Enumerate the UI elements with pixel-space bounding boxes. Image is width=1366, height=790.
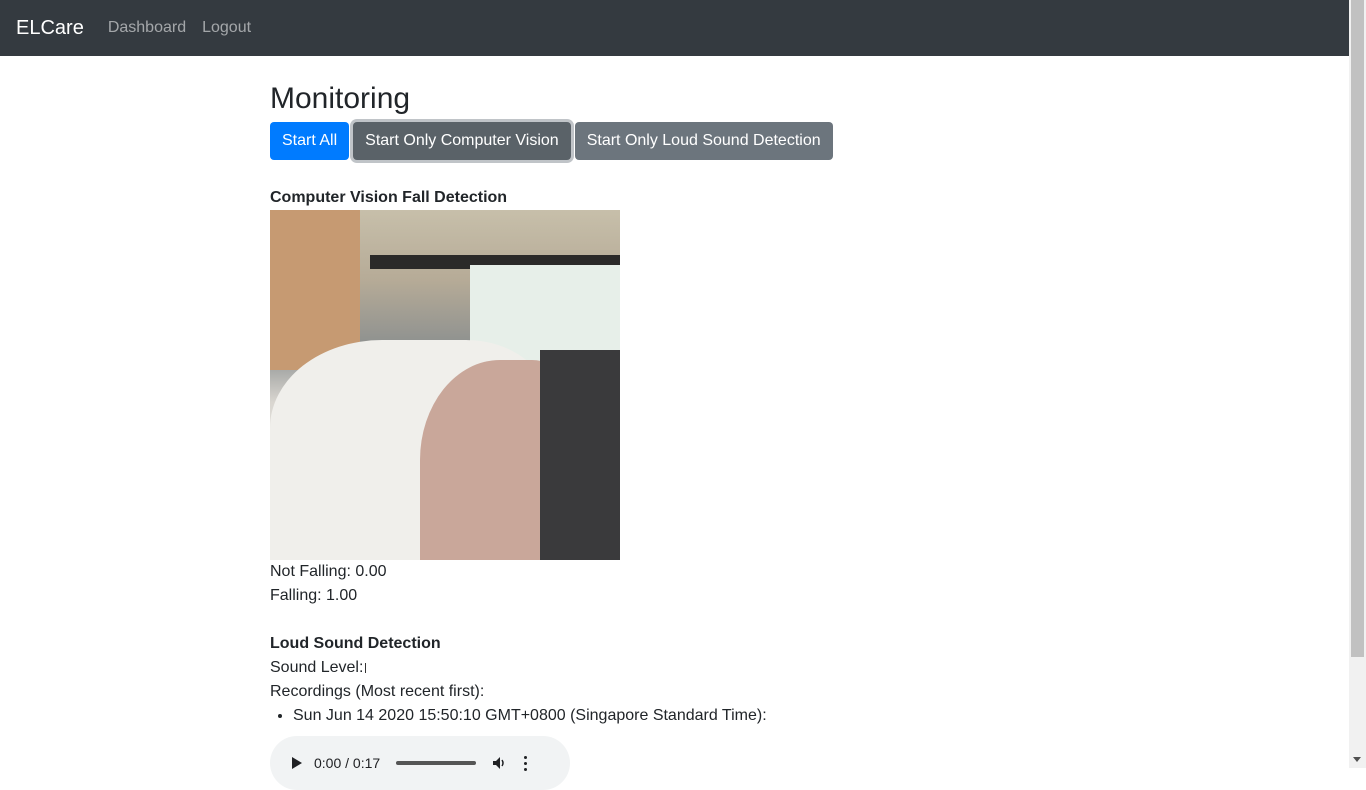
- control-buttons: Start All Start Only Computer Vision Sta…: [270, 122, 1070, 160]
- more-options-icon[interactable]: [524, 755, 528, 771]
- sound-section-title: Loud Sound Detection: [270, 635, 441, 652]
- list-item: Sun Jun 14 2020 15:50:10 GMT+0800 (Singa…: [293, 704, 1070, 728]
- brand-link[interactable]: ELCare: [16, 17, 84, 40]
- nav-link-logout[interactable]: Logout: [202, 19, 251, 37]
- page-title: Monitoring: [270, 82, 411, 115]
- audio-time: 0:00 / 0:17: [314, 755, 381, 771]
- play-icon[interactable]: [292, 757, 302, 769]
- navbar: ELCare Dashboard Logout: [0, 0, 1349, 56]
- not-falling-score: Not Falling: 0.00: [270, 563, 387, 580]
- nav-link-dashboard[interactable]: Dashboard: [108, 19, 186, 37]
- recordings-label: Recordings (Most recent first):: [270, 683, 485, 700]
- start-cv-button[interactable]: Start Only Computer Vision: [353, 122, 571, 160]
- sound-level-label: Sound Level:: [270, 659, 364, 676]
- camera-feed: [270, 210, 620, 560]
- scrollbar[interactable]: [1349, 0, 1366, 768]
- start-all-button[interactable]: Start All: [270, 122, 350, 160]
- sound-level: Sound Level:: [270, 656, 1070, 680]
- falling-score: Falling: 1.00: [270, 587, 358, 604]
- sound-level-meter: [365, 662, 367, 673]
- audio-player[interactable]: 0:00 / 0:17: [270, 736, 570, 790]
- scrollbar-thumb[interactable]: [1351, 0, 1364, 657]
- cv-section-title: Computer Vision Fall Detection: [270, 189, 508, 206]
- audio-seek-bar[interactable]: [396, 761, 477, 765]
- start-sound-button[interactable]: Start Only Loud Sound Detection: [574, 122, 833, 160]
- recordings-list: Sun Jun 14 2020 15:50:10 GMT+0800 (Singa…: [270, 704, 1070, 728]
- main-content: Monitoring Start All Start Only Computer…: [270, 56, 1070, 790]
- scroll-down-icon[interactable]: [1353, 757, 1361, 762]
